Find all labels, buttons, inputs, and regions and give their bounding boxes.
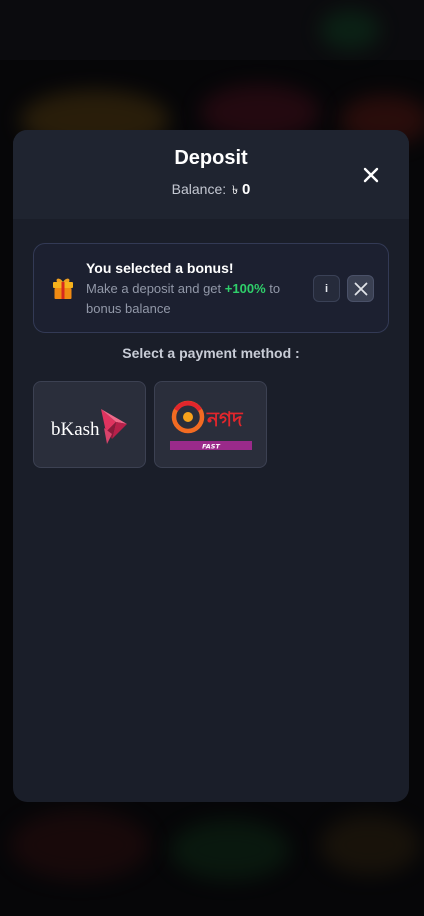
bonus-desc-text: Make a deposit and get [86, 281, 222, 296]
balance-row: Balance: ৳ 0 [13, 181, 409, 202]
backdrop-blur [170, 820, 290, 880]
balance-value: ৳ 0 [232, 181, 250, 202]
payment-methods-list: bKash নগদ FAST [33, 381, 267, 468]
gift-icon [53, 278, 73, 299]
payment-method-heading: Select a payment method : [122, 345, 300, 361]
balance-label: Balance: [171, 181, 227, 197]
remove-bonus-button[interactable] [347, 275, 374, 302]
backdrop-blur [320, 815, 420, 875]
backdrop-blur [320, 10, 380, 50]
bkash-logo: bKash [51, 409, 127, 444]
nagad-badge-text: FAST [202, 443, 220, 451]
balance-amount: 0 [242, 181, 251, 198]
bonus-description: Make a deposit and get +100% to bonus ba… [86, 279, 296, 319]
nagad-logo: নগদ FAST [170, 400, 252, 451]
payment-method-nagad[interactable]: নগদ FAST [154, 381, 267, 468]
bonus-card: You selected a bonus! Make a deposit and… [33, 243, 389, 333]
nagad-logo-text: নগদ [206, 407, 244, 431]
bonus-info-button[interactable]: i [313, 275, 340, 302]
close-modal-button[interactable] [361, 165, 381, 185]
payment-method-bkash[interactable]: bKash [33, 381, 146, 468]
bkash-logo-text: bKash [51, 419, 100, 440]
modal-title: Deposit [174, 147, 248, 169]
modal-header: Deposit Balance: ৳ 0 [13, 130, 409, 219]
deposit-modal: Deposit Balance: ৳ 0 You selected a bonu… [13, 130, 409, 802]
currency-symbol: ৳ [232, 183, 239, 197]
bonus-percentage: +100% [224, 281, 266, 296]
close-icon [363, 167, 379, 183]
backdrop-blur [10, 810, 150, 880]
bonus-title: You selected a bonus! [86, 260, 234, 276]
close-icon [354, 282, 367, 295]
